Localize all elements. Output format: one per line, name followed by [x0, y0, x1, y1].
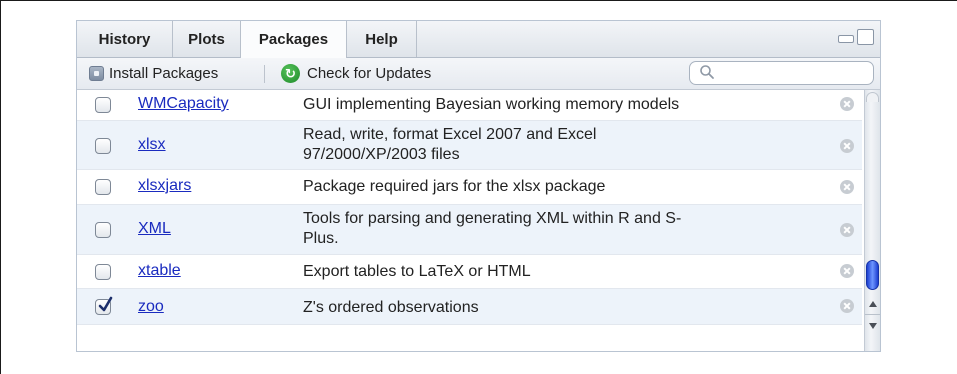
remove-icon[interactable] [840, 223, 854, 237]
package-row-zoo: zoo Z's ordered observations [77, 289, 862, 325]
tab-history-label: History [98, 30, 151, 48]
packages-pane: History Plots Packages Help Install Pack… [76, 20, 881, 352]
toolbar-separator [264, 65, 265, 83]
remove-icon[interactable] [840, 299, 854, 313]
scroll-up-arrow-icon[interactable] [868, 299, 878, 309]
package-description-line-2: 97/2000/XP/2003 files [303, 146, 460, 163]
scroll-arrow-divider [865, 314, 880, 315]
tab-bar: History Plots Packages Help [77, 21, 880, 58]
package-description-line-1: Tools for parsing and generating XML wit… [303, 210, 682, 227]
package-description-line-2: Plus. [303, 230, 339, 247]
tab-plots[interactable]: Plots [173, 21, 241, 57]
package-checkbox[interactable] [95, 296, 113, 315]
toolbar: Install Packages ↻ Check for Updates [77, 58, 880, 90]
package-checkbox[interactable] [95, 138, 111, 154]
package-checkbox[interactable] [95, 264, 111, 280]
tab-help[interactable]: Help [347, 21, 417, 57]
tab-history[interactable]: History [77, 21, 173, 57]
install-packages-button[interactable]: Install Packages [89, 58, 218, 89]
scrollbar-thumb[interactable] [866, 260, 879, 290]
install-packages-icon [89, 66, 104, 81]
package-link[interactable]: xlsxjars [138, 177, 191, 195]
figure-border-top [0, 0, 957, 1]
tab-packages[interactable]: Packages [240, 21, 347, 58]
figure-border-left [0, 0, 1, 374]
package-row-xlsxjars: xlsxjars Package required jars for the x… [77, 170, 862, 205]
check-updates-button[interactable]: ↻ Check for Updates [281, 58, 431, 89]
check-updates-label: Check for Updates [307, 65, 432, 82]
package-row-xlsx: xlsx Read, write, format Excel 2007 and … [77, 121, 862, 170]
package-checkbox[interactable] [95, 179, 111, 195]
package-description: Z's ordered observations [303, 299, 479, 316]
scroll-down-arrow-icon[interactable] [868, 321, 878, 331]
package-list: WMCapacity GUI implementing Bayesian wor… [77, 90, 862, 325]
refresh-icon: ↻ [281, 64, 300, 83]
package-description-line-1: Read, write, format Excel 2007 and Excel [303, 126, 597, 143]
package-checkbox[interactable] [95, 97, 111, 113]
package-link[interactable]: zoo [138, 298, 164, 316]
tab-plots-label: Plots [188, 30, 225, 48]
package-link[interactable]: WMCapacity [138, 95, 229, 113]
package-link[interactable]: xlsx [138, 136, 166, 154]
search-icon [700, 65, 714, 79]
minimize-icon[interactable] [838, 35, 854, 43]
package-row-wmcapacity: WMCapacity GUI implementing Bayesian wor… [77, 90, 862, 121]
tab-packages-label: Packages [258, 31, 329, 48]
package-link[interactable]: XML [138, 220, 171, 238]
package-row-xtable: xtable Export tables to LaTeX or HTML [77, 255, 862, 289]
package-checkbox[interactable] [95, 222, 111, 238]
remove-icon[interactable] [840, 180, 854, 194]
install-packages-label: Install Packages [109, 65, 219, 82]
tab-help-label: Help [365, 30, 398, 48]
remove-icon[interactable] [840, 264, 854, 278]
package-description: Export tables to LaTeX or HTML [303, 263, 531, 280]
scrollbar-track-cap [866, 92, 879, 102]
package-description: GUI implementing Bayesian working memory… [303, 96, 680, 113]
checkmark-icon [98, 296, 113, 312]
package-row-xml: XML Tools for parsing and generating XML… [77, 205, 862, 255]
window-controls [838, 29, 874, 45]
package-description: Read, write, format Excel 2007 and Excel… [303, 125, 823, 165]
package-description: Tools for parsing and generating XML wit… [303, 209, 823, 249]
remove-icon[interactable] [840, 139, 854, 153]
package-link[interactable]: xtable [138, 262, 181, 280]
remove-icon[interactable] [840, 97, 854, 111]
maximize-icon[interactable] [857, 29, 874, 45]
package-description: Package required jars for the xlsx packa… [303, 178, 606, 195]
vertical-scrollbar[interactable] [864, 90, 880, 351]
search-input[interactable] [689, 61, 874, 85]
